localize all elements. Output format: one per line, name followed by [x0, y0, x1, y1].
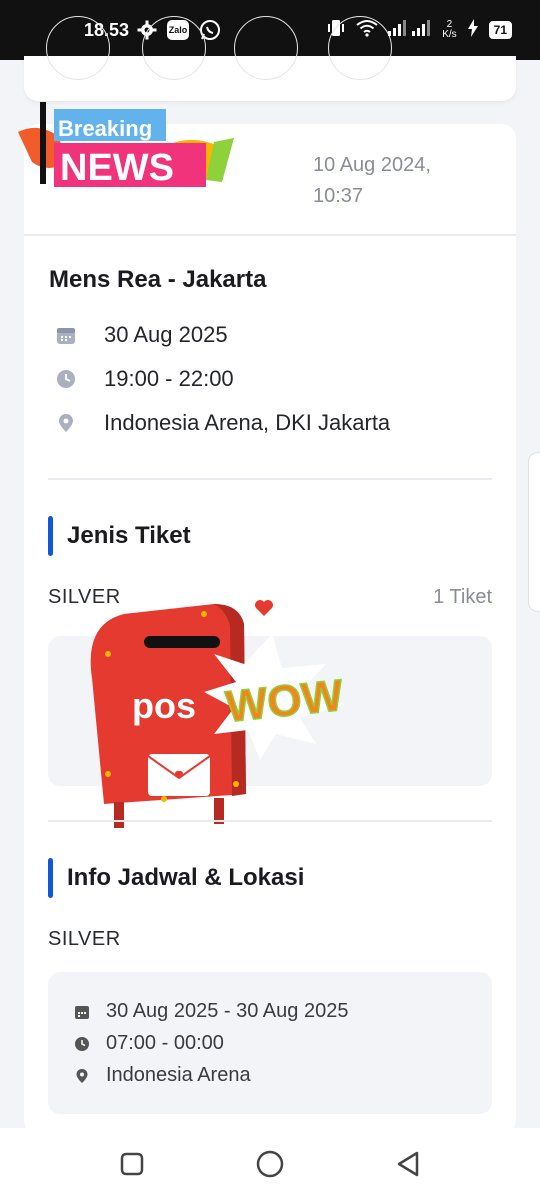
schedule-date-range: 30 Aug 2025 - 30 Aug 2025	[106, 1000, 349, 1022]
breaking-news-sticker: Breaking NEWS	[18, 102, 250, 212]
schedule-time-range: 07:00 - 00:00	[106, 1032, 224, 1054]
divider	[48, 478, 492, 480]
ticket-type-heading: Jenis Tiket	[48, 516, 191, 556]
action-circle[interactable]	[142, 16, 206, 80]
signal-icon	[388, 19, 432, 41]
schedule-tier: SILVER	[48, 928, 121, 950]
previous-card	[24, 16, 516, 101]
action-circle[interactable]	[328, 16, 392, 80]
clock-icon	[74, 1036, 90, 1052]
location-pin-icon	[56, 413, 76, 433]
system-nav-bar	[0, 1128, 540, 1200]
event-time-row: 19:00 - 22:00	[56, 366, 234, 392]
back-icon[interactable]	[393, 1149, 423, 1179]
card-header: Breaking NEWS 10 Aug 2024, 10:37	[18, 102, 516, 236]
location-pin-icon	[74, 1068, 90, 1084]
calendar-icon	[56, 325, 76, 345]
ticket-type-title: Jenis Tiket	[67, 522, 191, 549]
calendar-icon	[74, 1004, 90, 1020]
event-location: Indonesia Arena, DKI Jakarta	[104, 410, 391, 435]
ticket-card: Breaking NEWS 10 Aug 2024, 10:37 Mens Re…	[18, 102, 516, 1134]
battery-icon: 71	[488, 21, 512, 39]
schedule-detail-box: 30 Aug 2025 - 30 Aug 2025 07:00 - 00:00 …	[48, 972, 492, 1114]
clock-icon	[56, 369, 76, 389]
action-circle[interactable]	[46, 16, 110, 80]
charging-icon	[467, 18, 479, 42]
side-drawer-handle[interactable]	[528, 452, 540, 612]
ticket-count: 1 Tiket	[433, 586, 492, 608]
divider	[48, 820, 492, 822]
net-speed: 2 K/s	[442, 20, 456, 40]
schedule-title: Info Jadwal & Lokasi	[67, 864, 305, 891]
accent-bar	[48, 516, 53, 556]
schedule-heading: Info Jadwal & Lokasi	[48, 858, 304, 898]
accent-bar	[48, 858, 53, 898]
action-circle[interactable]	[234, 16, 298, 80]
event-date-row: 30 Aug 2025	[56, 322, 228, 348]
schedule-date-row: 30 Aug 2025 - 30 Aug 2025	[74, 1000, 348, 1023]
event-time: 19:00 - 22:00	[104, 366, 234, 391]
event-date: 30 Aug 2025	[104, 322, 228, 347]
news-text: NEWS	[60, 147, 174, 189]
event-title: Mens Rea - Jakarta	[49, 266, 267, 293]
schedule-venue: Indonesia Arena	[106, 1064, 251, 1086]
breaking-text: Breaking	[58, 116, 152, 141]
postbox-wow-sticker: pos WOW	[64, 594, 384, 854]
net-speed-unit: K/s	[442, 29, 457, 40]
schedule-venue-row: Indonesia Arena	[74, 1064, 251, 1087]
recents-icon[interactable]	[117, 1149, 147, 1179]
event-location-row: Indonesia Arena, DKI Jakarta	[56, 410, 390, 436]
pos-text: pos	[132, 685, 196, 726]
home-icon[interactable]	[255, 1149, 285, 1179]
schedule-time-row: 07:00 - 00:00	[74, 1032, 224, 1055]
news-timestamp: 10 Aug 2024, 10:37	[313, 154, 431, 207]
